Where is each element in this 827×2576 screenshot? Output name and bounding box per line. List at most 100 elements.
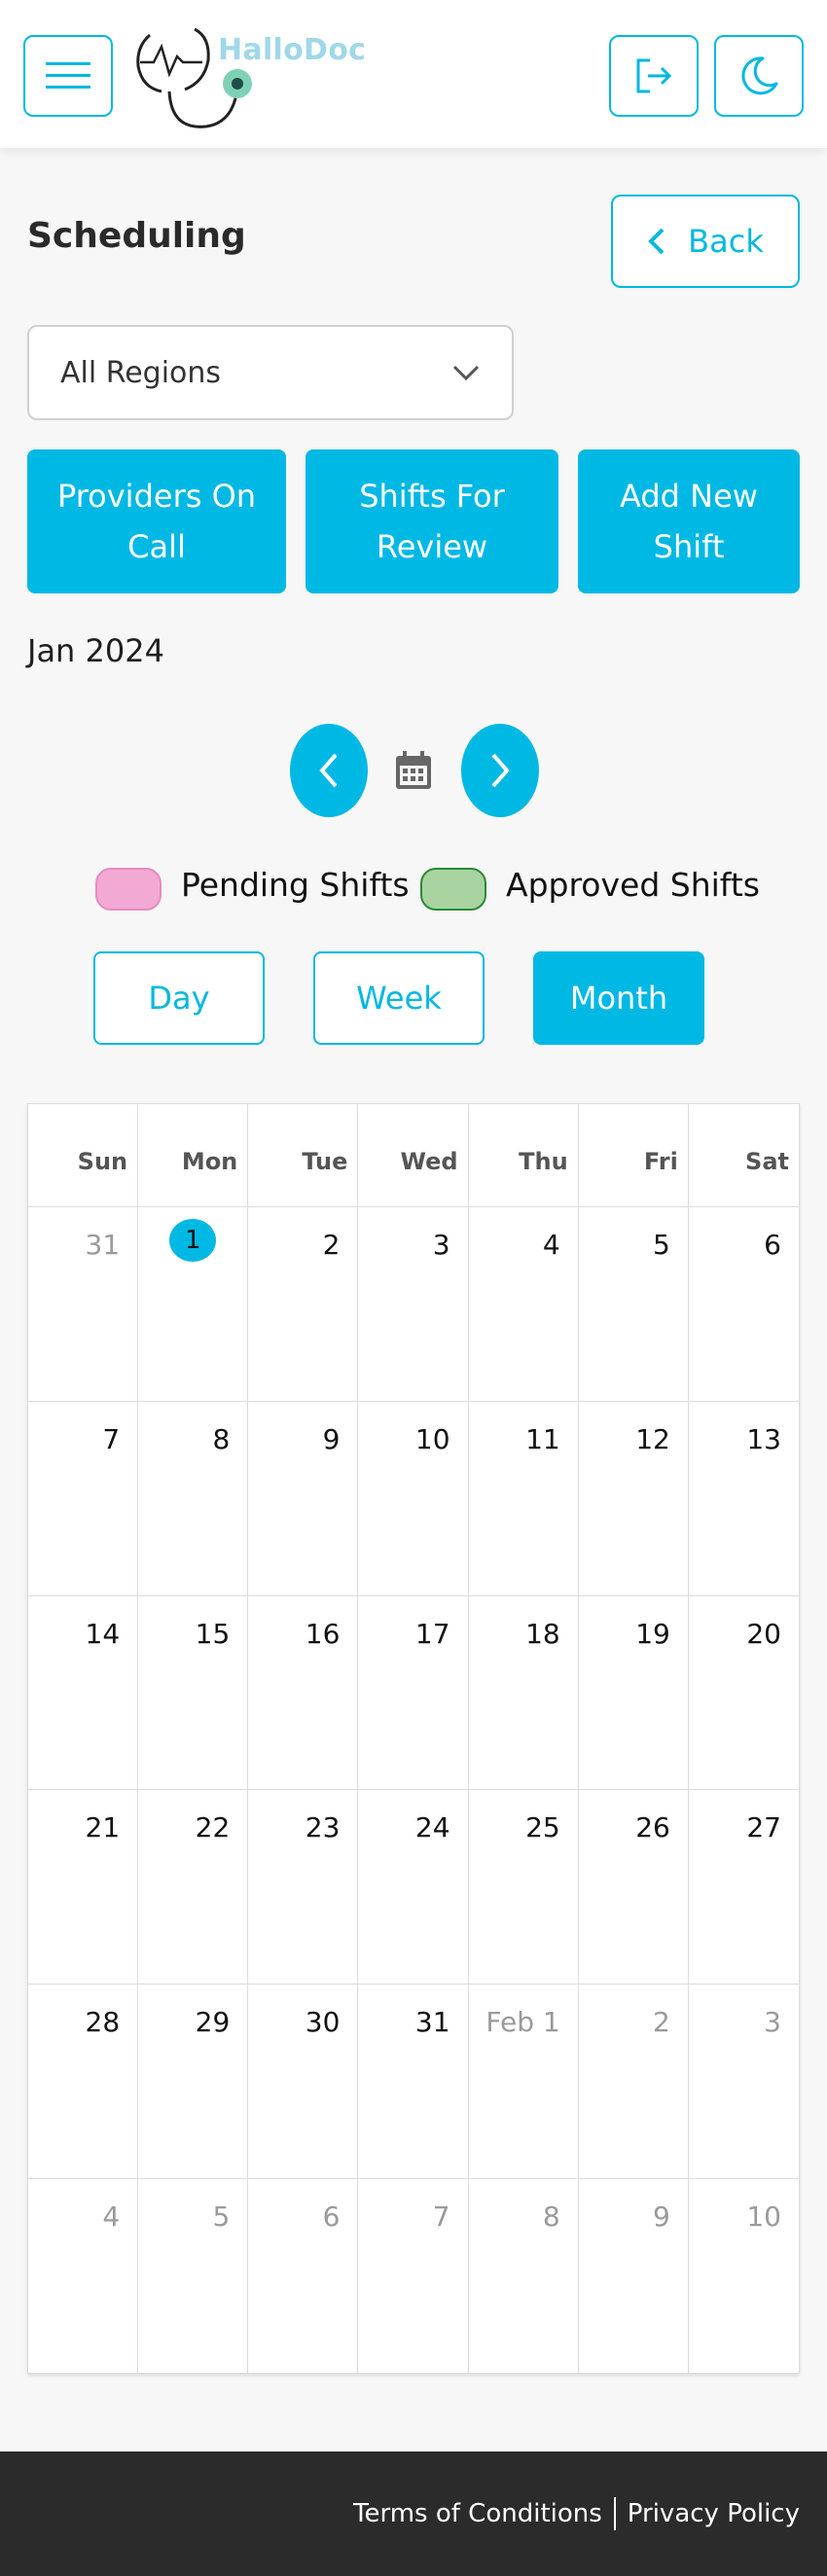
day-number: 28: [85, 2006, 121, 2039]
day-number: 5: [212, 2200, 231, 2234]
calendar-day-cell[interactable]: Feb 1: [468, 1985, 579, 2180]
privacy-link[interactable]: Privacy Policy: [628, 2499, 800, 2528]
day-number: 12: [635, 1422, 670, 1455]
calendar-day-cell[interactable]: 24: [358, 1790, 469, 1986]
calendar-day-cell[interactable]: 11: [468, 1401, 579, 1596]
calendar-day-cell[interactable]: 10: [689, 2179, 799, 2374]
pending-shifts-label: Pending Shifts: [181, 866, 410, 904]
day-number: 31: [414, 2006, 450, 2039]
calendar-day-cell[interactable]: 6: [248, 2179, 359, 2374]
calendar-day-cell[interactable]: 14: [28, 1595, 139, 1791]
day-number: 13: [746, 1422, 781, 1455]
day-number: 7: [432, 2200, 450, 2234]
calendar-day-cell[interactable]: 7: [358, 2179, 469, 2374]
day-number: 4: [102, 2200, 121, 2234]
region-select-value: All Regions: [60, 355, 222, 390]
calendar-day-cell[interactable]: 21: [28, 1790, 139, 1986]
app-name: HalloDoc: [218, 33, 367, 67]
day-number: 3: [764, 2006, 781, 2039]
calendar-day-cell[interactable]: 4: [28, 2179, 139, 2374]
chevron-right-icon: [491, 753, 510, 788]
day-number: 6: [764, 1229, 781, 1261]
day-number: 10: [414, 1422, 450, 1455]
calendar-day-cell[interactable]: 26: [578, 1790, 689, 1986]
calendar-day-cell[interactable]: 28: [28, 1985, 139, 2180]
calendar-day-cell[interactable]: 25: [468, 1790, 579, 1986]
day-number: 21: [85, 1811, 121, 1844]
calendar-day-cell[interactable]: 13: [688, 1402, 799, 1596]
day-number: 3: [432, 1229, 450, 1261]
calendar-day-cell[interactable]: 2: [248, 1207, 359, 1402]
calendar-day-cell[interactable]: 23: [248, 1790, 359, 1986]
calendar-day-cell[interactable]: 31: [28, 1207, 139, 1402]
calendar-day-cell[interactable]: 3: [688, 1985, 799, 2180]
calendar-grid: 31 1 2 3 4 5 6 7 8 9 10 11 12 13 14 15 16 17 18 19 20 21 22 23 2…: [28, 1207, 799, 2374]
next-month-button[interactable]: [461, 724, 539, 817]
calendar-day-cell[interactable]: 1: [138, 1207, 249, 1402]
terms-link[interactable]: Terms of Conditions: [353, 2499, 602, 2528]
day-number: 4: [542, 1229, 560, 1261]
calendar-day-cell[interactable]: 31: [358, 1985, 469, 2180]
shifts-for-review-button[interactable]: Shifts For Review: [306, 449, 558, 593]
day-number: 8: [542, 2200, 560, 2234]
providers-on-call-button[interactable]: Providers On Call: [27, 449, 286, 593]
add-new-shift-button[interactable]: Add New Shift: [578, 449, 800, 593]
approved-shifts-label: Approved Shifts: [506, 866, 760, 904]
day-number: 22: [195, 1811, 231, 1844]
calendar-day-cell[interactable]: 9: [579, 2179, 689, 2374]
calendar-day-cell[interactable]: 5: [138, 2179, 249, 2374]
menu-button[interactable]: [23, 35, 113, 117]
view-week-button[interactable]: Week: [313, 951, 485, 1045]
calendar-day-cell[interactable]: 18: [468, 1595, 579, 1791]
day-number: 10: [746, 2200, 781, 2234]
calendar-day-cell[interactable]: 8: [469, 2179, 579, 2374]
calendar-day-cell[interactable]: 20: [688, 1596, 799, 1791]
back-button[interactable]: Back: [611, 195, 800, 288]
day-number: 27: [746, 1811, 781, 1844]
day-number: 26: [635, 1811, 670, 1844]
calendar-day-cell[interactable]: 10: [358, 1401, 469, 1596]
page-title: Scheduling: [27, 216, 246, 256]
weekday-label: Thu: [469, 1104, 579, 1206]
calendar-day-cell[interactable]: 2: [578, 1985, 689, 2180]
weekday-label: Wed: [358, 1104, 469, 1206]
calendar-day-cell[interactable]: 7: [28, 1401, 139, 1596]
chevron-left-icon: [319, 753, 338, 788]
calendar-day-cell[interactable]: 29: [138, 1985, 249, 2180]
day-number: 9: [653, 2200, 670, 2234]
calendar-day-cell[interactable]: 6: [688, 1207, 799, 1402]
day-number: 14: [85, 1617, 121, 1650]
moon-icon: [741, 56, 778, 95]
calendar-day-cell[interactable]: 5: [578, 1207, 689, 1402]
current-month-label: Jan 2024: [27, 632, 164, 669]
weekday-label: Mon: [138, 1104, 249, 1206]
calendar-day-cell[interactable]: 30: [248, 1985, 359, 2180]
calendar-icon[interactable]: [393, 749, 434, 792]
top-header: HalloDoc: [0, 0, 827, 148]
region-select[interactable]: All Regions: [27, 325, 514, 420]
prev-month-button[interactable]: [290, 724, 368, 817]
calendar-day-cell[interactable]: 8: [138, 1401, 249, 1596]
calendar-day-cell[interactable]: 4: [468, 1207, 579, 1402]
day-number: 8: [212, 1422, 231, 1455]
chevron-down-icon: [452, 365, 480, 381]
weekday-label: Fri: [579, 1104, 689, 1206]
calendar-day-cell[interactable]: 17: [358, 1595, 469, 1791]
weekday-label: Sat: [745, 1147, 789, 1175]
calendar-day-cell[interactable]: 22: [138, 1790, 249, 1986]
calendar-day-cell[interactable]: 3: [358, 1207, 469, 1402]
theme-toggle-button[interactable]: [714, 35, 804, 117]
back-button-label: Back: [688, 223, 764, 260]
calendar-day-cell[interactable]: 15: [138, 1595, 249, 1791]
view-month-button[interactable]: Month: [533, 951, 704, 1045]
calendar-day-cell[interactable]: 12: [578, 1401, 689, 1596]
calendar-day-cell[interactable]: 16: [248, 1595, 359, 1791]
day-number: Feb 1: [485, 2006, 560, 2039]
calendar-day-cell[interactable]: 9: [248, 1401, 359, 1596]
day-number: 23: [305, 1811, 341, 1844]
logout-button[interactable]: [609, 35, 699, 117]
logout-icon: [636, 58, 672, 93]
view-day-button[interactable]: Day: [93, 951, 265, 1045]
calendar-day-cell[interactable]: 27: [688, 1790, 799, 1986]
calendar-day-cell[interactable]: 19: [578, 1595, 689, 1791]
